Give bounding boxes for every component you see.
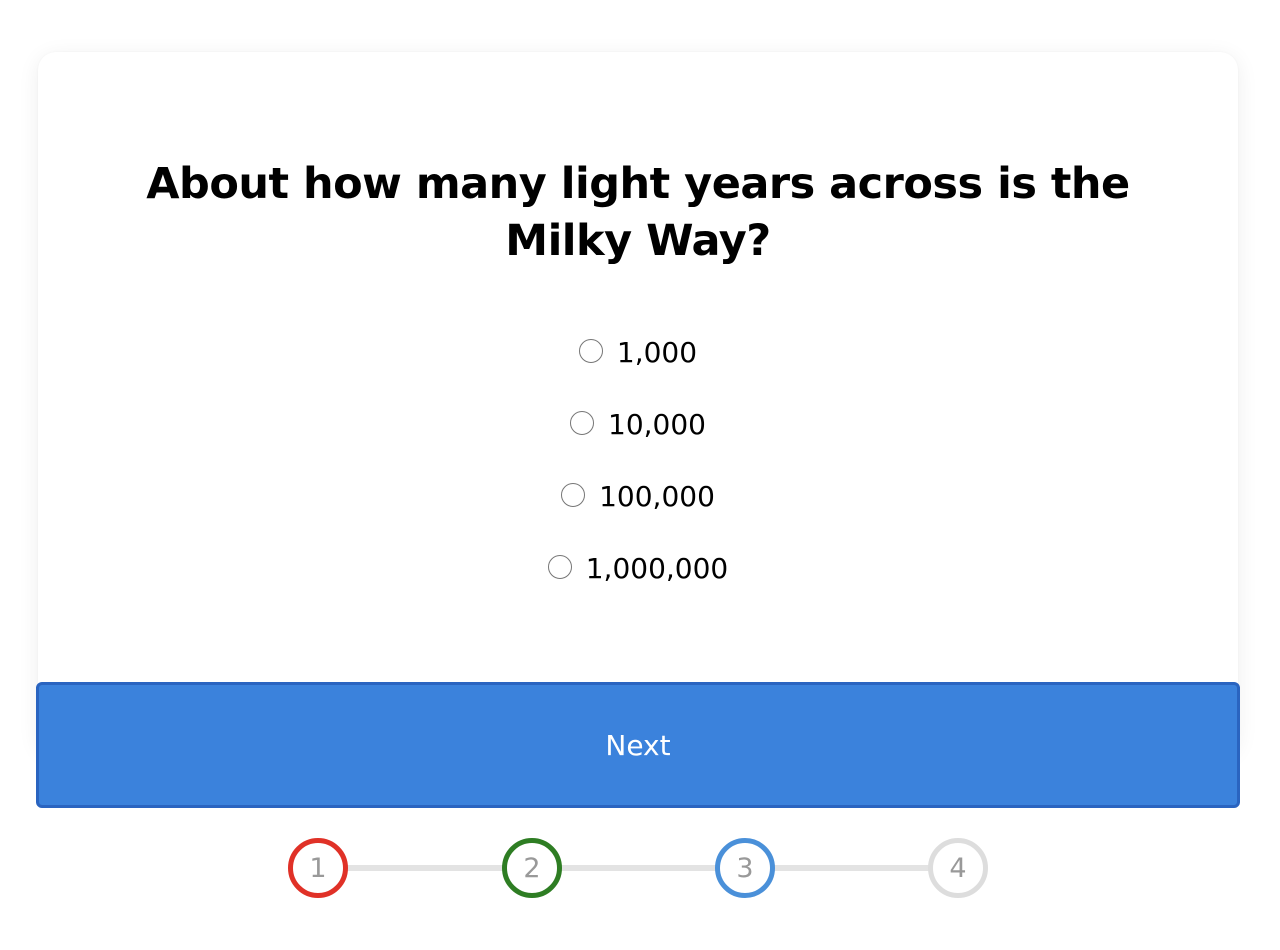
step-number: 4 [949, 852, 967, 884]
radio-button-icon[interactable] [561, 482, 586, 507]
answer-option-1[interactable]: 1,000 [38, 316, 1238, 388]
answer-option-4[interactable]: 1,000,000 [38, 532, 1238, 604]
quiz-card: About how many light years across is the… [38, 52, 1238, 752]
answer-options: 1,000 10,000 100,000 1,000,000 [38, 316, 1238, 604]
progress-stepper: 1 2 3 4 [288, 838, 990, 898]
step-number: 3 [736, 852, 754, 884]
step-2[interactable]: 2 [502, 838, 562, 898]
radio-button-icon[interactable] [578, 338, 603, 363]
answer-option-2[interactable]: 10,000 [38, 388, 1238, 460]
step-number: 1 [309, 852, 327, 884]
step-4[interactable]: 4 [928, 838, 988, 898]
next-button[interactable]: Next [36, 682, 1240, 808]
stepper-connector-line [318, 865, 958, 871]
question-title: About how many light years across is the… [146, 159, 1130, 266]
next-button-label: Next [605, 728, 671, 762]
answer-option-3[interactable]: 100,000 [38, 460, 1238, 532]
radio-button-icon[interactable] [547, 554, 572, 579]
answer-option-label: 100,000 [599, 479, 715, 513]
answer-option-label: 1,000,000 [585, 551, 729, 585]
step-number: 2 [523, 852, 541, 884]
answer-option-label: 1,000 [616, 335, 698, 369]
step-1[interactable]: 1 [288, 838, 348, 898]
answer-option-label: 10,000 [608, 407, 706, 441]
radio-button-icon[interactable] [570, 410, 594, 435]
step-3[interactable]: 3 [715, 838, 775, 898]
